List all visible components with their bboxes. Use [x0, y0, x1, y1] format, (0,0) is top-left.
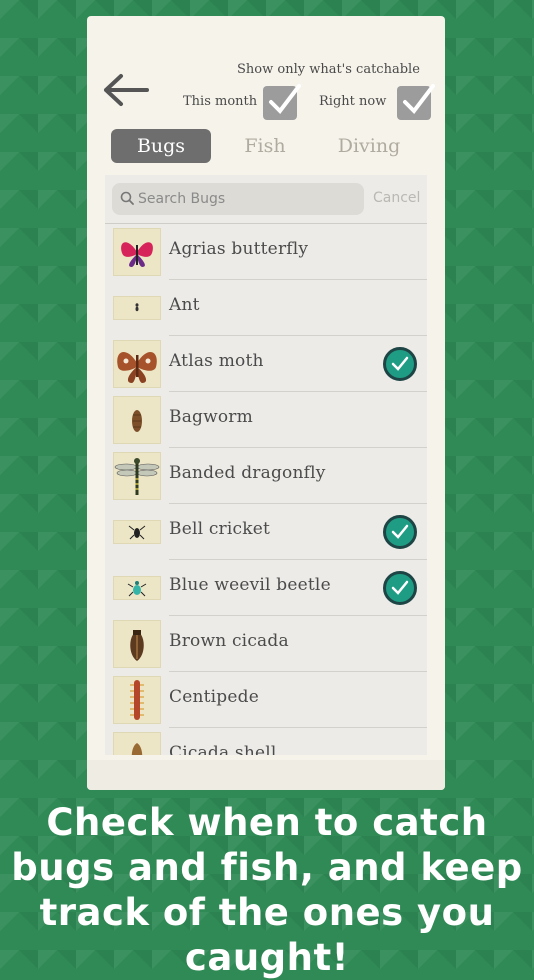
list-item[interactable]: Brown cicada	[105, 616, 427, 672]
back-arrow-icon[interactable]	[101, 72, 151, 108]
search-input[interactable]	[138, 183, 358, 215]
cancel-button[interactable]: Cancel	[373, 190, 420, 206]
bug-name: Bell cricket	[169, 519, 271, 539]
list-item[interactable]: Cicada shell	[105, 728, 427, 755]
search-field[interactable]	[112, 183, 364, 215]
bug-name: Cicada shell	[169, 743, 277, 755]
dragonfly-icon	[113, 452, 161, 500]
this-month-label: This month	[183, 94, 258, 109]
tab-diving[interactable]: Diving	[319, 129, 419, 163]
tab-fish[interactable]: Fish	[215, 129, 315, 163]
cicada-shell-icon	[113, 732, 161, 755]
list-item[interactable]: Centipede	[105, 672, 427, 728]
list-item[interactable]: Atlas moth	[105, 336, 427, 392]
bottom-bar	[87, 760, 445, 790]
bug-name: Ant	[169, 295, 200, 315]
beetle-icon	[113, 576, 161, 600]
category-tabs: Bugs Fish Diving	[111, 129, 421, 163]
bagworm-icon	[113, 396, 161, 444]
caught-check-icon[interactable]	[383, 515, 417, 549]
bug-name: Agrias butterfly	[169, 239, 309, 259]
bug-name: Atlas moth	[169, 351, 264, 371]
cricket-icon	[113, 520, 161, 544]
this-month-checkbox[interactable]	[263, 84, 301, 120]
bug-name: Centipede	[169, 687, 259, 707]
ant-icon	[113, 296, 161, 320]
right-now-label: Right now	[319, 94, 387, 109]
search-icon	[120, 191, 134, 205]
right-now-checkbox[interactable]	[397, 84, 435, 120]
bug-name: Blue weevil beetle	[169, 575, 331, 595]
checkmark-icon	[403, 84, 435, 115]
bug-name: Brown cicada	[169, 631, 289, 651]
list-item[interactable]: Agrias butterfly	[105, 224, 427, 280]
filter-title: Show only what's catchable	[237, 62, 420, 77]
list-item[interactable]: Blue weevil beetle	[105, 560, 427, 616]
checkmark-icon	[269, 84, 301, 115]
list-item[interactable]: Ant	[105, 280, 427, 336]
butterfly-icon	[113, 228, 161, 276]
moth-icon	[113, 340, 161, 388]
bug-name: Bagworm	[169, 407, 253, 427]
list-item[interactable]: Bell cricket	[105, 504, 427, 560]
bug-list-panel: Cancel Agrias butterfly	[105, 175, 427, 755]
app-screen: Show only what's catchable This month Ri…	[87, 16, 445, 790]
caught-check-icon[interactable]	[383, 571, 417, 605]
promo-caption: Check when to catch bugs and fish, and k…	[11, 801, 523, 979]
cicada-icon	[113, 620, 161, 668]
centipede-icon	[113, 676, 161, 724]
bug-name: Banded dragonfly	[169, 463, 326, 483]
search-bar: Cancel	[105, 175, 427, 224]
caught-check-icon[interactable]	[383, 347, 417, 381]
tab-bugs[interactable]: Bugs	[111, 129, 211, 163]
list-item[interactable]: Banded dragonfly	[105, 448, 427, 504]
list-item[interactable]: Bagworm	[105, 392, 427, 448]
